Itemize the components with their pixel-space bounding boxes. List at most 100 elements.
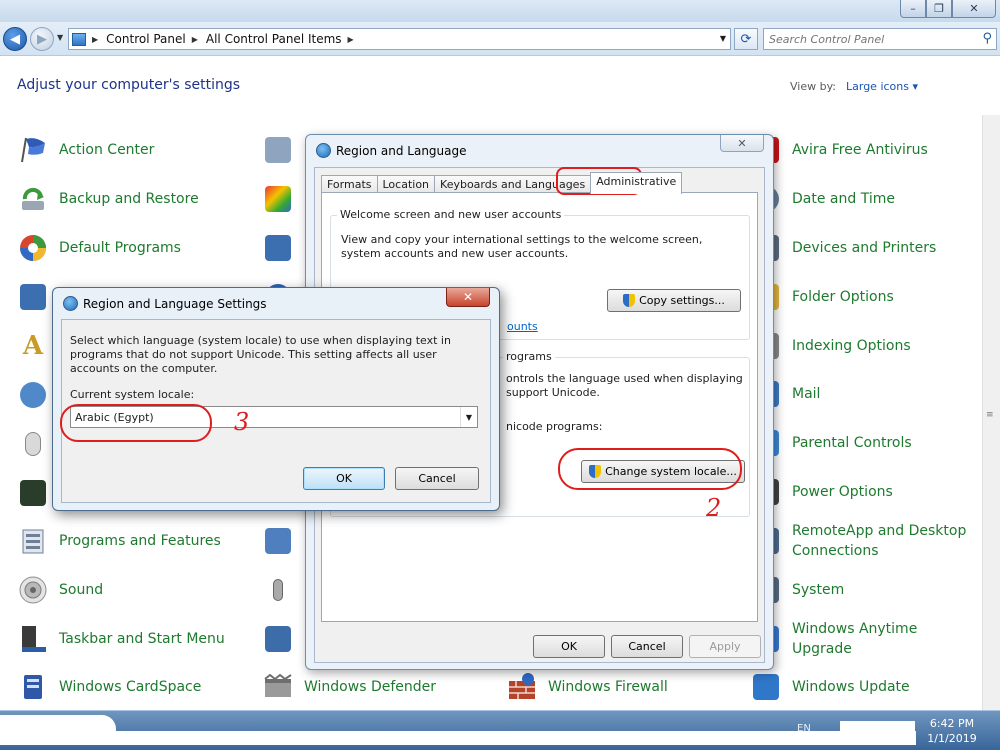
cp-item-label[interactable]: Power Options	[792, 482, 893, 502]
maximize-button[interactable]: ❐	[926, 0, 952, 18]
back-button[interactable]: ◀	[3, 27, 27, 51]
breadcrumb-control-panel[interactable]: Control Panel	[106, 32, 186, 46]
uac-shield-icon	[623, 294, 636, 307]
firewall-icon	[506, 671, 538, 703]
cp-item-label[interactable]: RemoteApp and Desktop Connections	[792, 521, 972, 561]
cp-item-indexing[interactable]: Indexing Options	[750, 329, 911, 363]
clock-date: 1/1/2019	[927, 732, 977, 745]
cp-item-label[interactable]: Taskbar and Start Menu	[59, 629, 225, 649]
cp-item-taskbar[interactable]: Taskbar and Start Menu	[17, 622, 225, 656]
page-title: Adjust your computer's settings	[17, 77, 241, 93]
cp-item-label[interactable]: Devices and Printers	[792, 238, 936, 258]
scroll-grip-icon[interactable]: ≡	[986, 410, 994, 420]
system-clock[interactable]: 6:42 PM 1/1/2019	[920, 716, 984, 746]
tab-formats[interactable]: Formats	[321, 175, 378, 193]
annotation-circle-change-locale	[558, 448, 742, 490]
color-management-icon	[262, 183, 294, 215]
redacted-area	[840, 721, 915, 737]
window-titlebar	[0, 0, 1000, 22]
cp-item-label[interactable]: Parental Controls	[792, 433, 912, 453]
cp-item-windows-defender[interactable]: Windows Defender	[262, 670, 436, 704]
address-bar[interactable]: ▶ Control Panel ▶ All Control Panel Item…	[68, 28, 731, 50]
address-dropdown-icon[interactable]: ▼	[720, 34, 726, 43]
cp-item-windows-update[interactable]: Windows Update	[750, 670, 910, 704]
search-icon[interactable]: ⚲	[982, 31, 992, 46]
monitor-icon	[17, 281, 49, 313]
globe-icon	[63, 296, 78, 311]
cp-item-hidden-recovery[interactable]	[262, 524, 304, 558]
update-icon	[750, 671, 782, 703]
search-box[interactable]: ⚲	[763, 28, 997, 50]
cp-item-hidden-speech[interactable]	[262, 573, 304, 607]
tab-administrative[interactable]: Administrative	[590, 172, 683, 194]
cp-item-hidden-color[interactable]	[262, 182, 304, 216]
dialog-close-button[interactable]: ✕	[446, 288, 490, 307]
annotation-number-2: 2	[706, 494, 722, 522]
nonunicode-group-label: rograms	[503, 350, 555, 363]
cp-item-hidden-user-accounts[interactable]	[262, 622, 304, 656]
chevron-right-icon[interactable]: ▶	[348, 35, 354, 44]
flag-icon	[17, 134, 49, 166]
recent-pages-dropdown[interactable]: ▼	[57, 33, 63, 42]
copy-settings-button[interactable]: Copy settings...	[607, 289, 741, 312]
cp-item-label[interactable]: Folder Options	[792, 287, 894, 307]
cp-item-remoteapp[interactable]: RemoteApp and Desktop Connections	[750, 520, 972, 562]
globe-icon	[316, 143, 331, 158]
search-input[interactable]	[769, 30, 969, 48]
chevron-right-icon[interactable]: ▶	[92, 35, 98, 44]
cp-item-backup-restore[interactable]: Backup and Restore	[17, 182, 199, 216]
cancel-button[interactable]: Cancel	[395, 467, 479, 490]
cp-item-label[interactable]: Backup and Restore	[59, 189, 199, 209]
refresh-button[interactable]: ⟳	[734, 28, 758, 50]
cp-item-label[interactable]: Windows CardSpace	[59, 677, 201, 697]
cp-item-label[interactable]: Default Programs	[59, 238, 181, 258]
cancel-button[interactable]: Cancel	[611, 635, 683, 658]
cp-item-label[interactable]: Windows Anytime Upgrade	[792, 619, 932, 659]
cp-item-cardspace[interactable]: Windows CardSpace	[17, 670, 201, 704]
breadcrumb-all-items[interactable]: All Control Panel Items	[206, 32, 342, 46]
dropdown-arrow-icon[interactable]: ▼	[460, 407, 477, 427]
welcome-group-label: Welcome screen and new user accounts	[337, 208, 565, 221]
cp-item-label[interactable]: Indexing Options	[792, 336, 911, 356]
cp-item-label[interactable]: Windows Update	[792, 677, 910, 697]
cp-item-windows-firewall[interactable]: Windows Firewall	[506, 670, 668, 704]
defender-icon	[262, 671, 294, 703]
cp-item-label[interactable]: Action Center	[59, 140, 154, 160]
recovery-icon	[262, 525, 294, 557]
language-indicator[interactable]: EN	[797, 723, 811, 734]
cp-item-default-programs[interactable]: Default Programs	[17, 231, 181, 265]
speaker-icon	[17, 574, 49, 606]
ok-button[interactable]: OK	[303, 467, 385, 490]
tab-location[interactable]: Location	[376, 175, 436, 193]
programs-features-icon	[17, 525, 49, 557]
cp-item-programs-features[interactable]: Programs and Features	[17, 524, 221, 558]
dialog-close-button[interactable]: ✕	[720, 135, 764, 152]
cp-item-label[interactable]: System	[792, 580, 844, 600]
ok-button[interactable]: OK	[533, 635, 605, 658]
close-window-button[interactable]: ✕	[952, 0, 996, 18]
dialog-title: Region and Language Settings	[63, 296, 267, 311]
cp-item-label[interactable]: Date and Time	[792, 189, 895, 209]
forward-button[interactable]: ▶	[30, 27, 54, 51]
cp-item-action-center[interactable]: Action Center	[17, 133, 154, 167]
cp-item-anytime-upgrade[interactable]: Windows Anytime Upgrade	[750, 618, 932, 660]
cp-item-label[interactable]: Sound	[59, 580, 103, 600]
cp-item-devices-printers[interactable]: Devices and Printers	[750, 231, 936, 265]
cp-item-label[interactable]: Avira Free Antivirus	[792, 140, 928, 160]
cp-item-label[interactable]: Windows Defender	[304, 677, 436, 697]
performance-icon	[17, 477, 49, 509]
minimize-button[interactable]: –	[900, 0, 926, 18]
chevron-right-icon[interactable]: ▶	[192, 35, 198, 44]
apply-button[interactable]: Apply	[689, 635, 761, 658]
cp-item-hidden-desktop-gadgets[interactable]	[262, 231, 304, 265]
view-by-dropdown[interactable]: Large icons ▾	[846, 80, 918, 93]
cp-item-label[interactable]: Mail	[792, 384, 820, 404]
cp-item-avira[interactable]: Avira Free Antivirus	[750, 133, 928, 167]
cp-item-hidden-admin-tools[interactable]	[262, 133, 304, 167]
cp-item-label[interactable]: Windows Firewall	[548, 677, 668, 697]
locale-description: Select which language (system locale) to…	[70, 334, 451, 375]
accounts-link[interactable]: ounts	[507, 320, 538, 333]
cp-item-label[interactable]: Programs and Features	[59, 531, 221, 551]
cp-item-parental-controls[interactable]: Parental Controls	[750, 426, 912, 460]
cp-item-sound[interactable]: Sound	[17, 573, 103, 607]
